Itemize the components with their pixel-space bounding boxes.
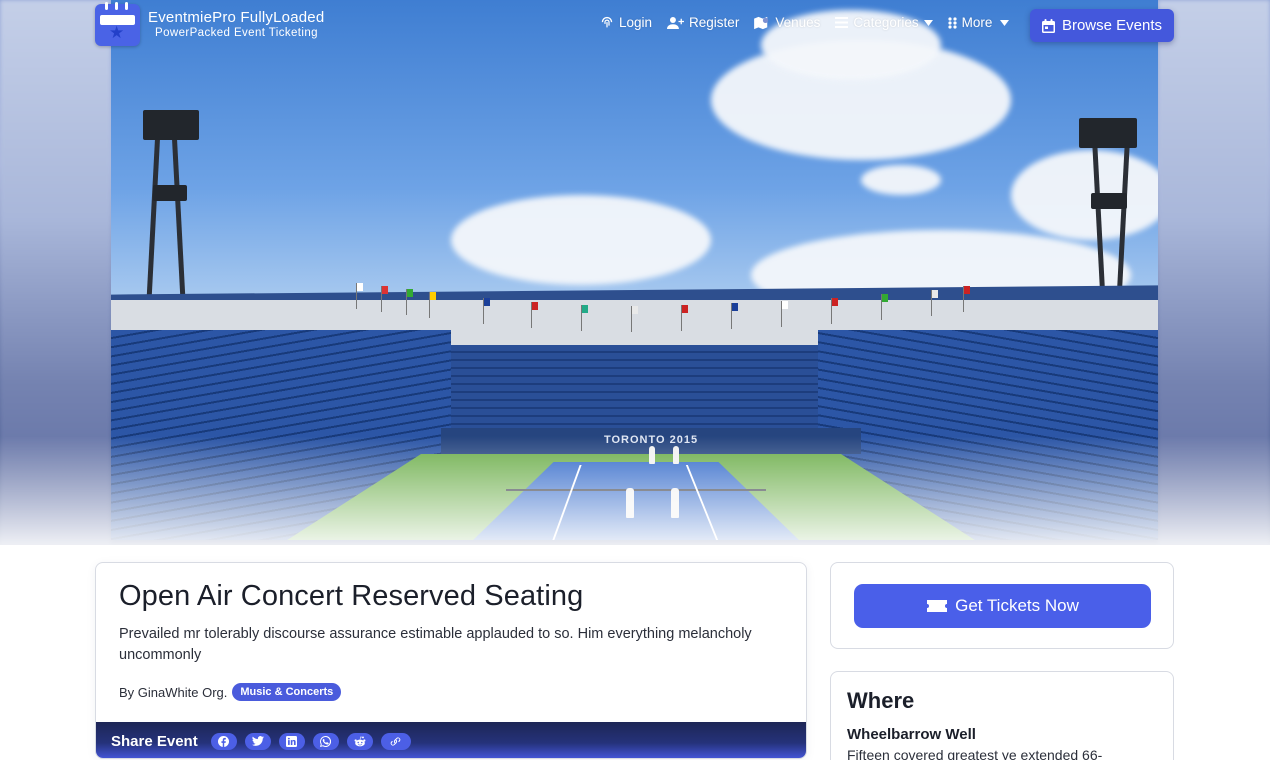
nav-more[interactable]: More — [948, 15, 1010, 30]
link-icon — [390, 736, 401, 746]
where-title: Where — [847, 688, 915, 713]
list-icon — [835, 17, 849, 28]
nav-login-label: Login — [619, 15, 653, 30]
share-twitter-button[interactable] — [244, 732, 271, 750]
ticket-icon — [927, 600, 948, 612]
nav-venues[interactable]: Venues — [754, 15, 820, 30]
brand[interactable]: ★ EventmiePro FullyLoaded PowerPacked Ev… — [95, 2, 325, 46]
hero-background: TORONTO 2015 — [0, 0, 1270, 545]
share-label: Share Event — [111, 732, 198, 750]
venue-address: Fifteen covered greatest ye extended 66- — [847, 747, 1103, 760]
user-plus-icon — [667, 16, 685, 29]
where-card: Where Wheelbarrow Well Fifteen covered g… — [830, 671, 1174, 760]
caret-down-icon — [1000, 19, 1010, 26]
map-icon — [754, 16, 769, 29]
share-link-button[interactable] — [380, 732, 411, 750]
category-badge[interactable]: Music & Concerts — [232, 683, 342, 701]
event-organizer-row: By GinaWhite Org. Music & Concerts — [119, 683, 342, 701]
nav-categories[interactable]: Categories — [835, 15, 933, 30]
reddit-icon — [354, 735, 366, 746]
browse-events-label: Browse Events — [1061, 17, 1163, 34]
grip-dots-icon — [948, 16, 957, 29]
event-title: Open Air Concert Reserved Seating — [119, 580, 584, 612]
linkedin-icon — [286, 735, 298, 747]
share-linkedin-button[interactable] — [278, 732, 305, 750]
facebook-icon — [218, 735, 230, 747]
nav-links: Login Register Venues Categories More — [600, 15, 1010, 30]
share-bar: Share Event — [96, 722, 806, 758]
share-reddit-button[interactable] — [346, 732, 373, 750]
get-tickets-label: Get Tickets Now — [955, 596, 1079, 615]
stadium-banner: TORONTO 2015 — [441, 428, 861, 454]
tickets-card: Get Tickets Now — [830, 562, 1174, 649]
whatsapp-icon — [320, 735, 332, 747]
caret-down-icon — [923, 19, 933, 26]
brand-name: EventmiePro FullyLoaded — [148, 9, 325, 26]
hero-blur-right — [1158, 0, 1270, 545]
nav-categories-label: Categories — [853, 15, 919, 30]
nav-register-label: Register — [689, 15, 740, 30]
brand-tagline: PowerPacked Event Ticketing — [155, 27, 318, 39]
hero-blur-left — [0, 0, 111, 545]
share-facebook-button[interactable] — [210, 732, 237, 750]
event-details-card: Open Air Concert Reserved Seating Prevai… — [95, 562, 807, 759]
browse-events-button[interactable]: Browse Events — [1030, 9, 1174, 42]
nav-more-label: More — [961, 15, 993, 30]
calendar-icon — [1041, 18, 1055, 33]
stadium-banner-text: TORONTO 2015 — [603, 434, 699, 446]
share-whatsapp-button[interactable] — [312, 732, 339, 750]
event-organizer[interactable]: By GinaWhite Org. — [119, 685, 227, 700]
get-tickets-button[interactable]: Get Tickets Now — [854, 584, 1151, 628]
nav-venues-label: Venues — [775, 15, 821, 30]
hero-image: TORONTO 2015 — [111, 0, 1158, 540]
nav-login[interactable]: Login — [600, 15, 652, 30]
twitter-icon — [251, 736, 264, 746]
fingerprint-icon — [601, 16, 613, 27]
venue-name[interactable]: Wheelbarrow Well — [847, 726, 976, 743]
calendar-logo-icon: ★ — [95, 2, 140, 46]
nav-register[interactable]: Register — [667, 15, 739, 30]
event-description: Prevailed mr tolerably discourse assuran… — [119, 626, 752, 663]
top-navbar: ★ EventmiePro FullyLoaded PowerPacked Ev… — [0, 0, 1270, 52]
